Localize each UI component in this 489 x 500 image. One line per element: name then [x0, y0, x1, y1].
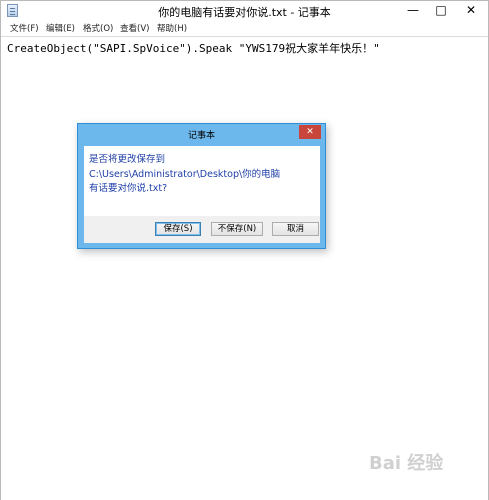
dialog-message: 是否将更改保存到 C:\Users\Administrator\Desktop\…	[89, 153, 314, 197]
menu-view[interactable]: 查看(V)	[120, 22, 149, 34]
dialog-title: 记事本	[187, 131, 215, 141]
dialog-message-line3: 有话要对你说.txt?	[89, 183, 168, 194]
cancel-button[interactable]: 取消	[272, 222, 319, 236]
notepad-window: 你的电脑有话要对你说.txt - 记事本 — □ ✕ 文件(F) 编辑(E) 格…	[0, 0, 489, 500]
save-button[interactable]: 保存(S)	[155, 222, 201, 236]
watermark: Bai 经验	[369, 453, 444, 474]
menu-edit[interactable]: 编辑(E)	[46, 22, 75, 34]
minimize-button[interactable]: —	[400, 1, 426, 21]
menu-format[interactable]: 格式(O)	[83, 22, 113, 34]
text-editor[interactable]: CreateObject("SAPI.SpVoice").Speak "YWS1…	[1, 36, 488, 500]
save-dialog: 记事本 ✕ 是否将更改保存到 C:\Users\Administrator\De…	[77, 123, 326, 249]
maximize-button[interactable]: □	[428, 1, 454, 21]
title-bar[interactable]: 你的电脑有话要对你说.txt - 记事本 — □ ✕	[1, 1, 488, 21]
dialog-message-line1: 是否将更改保存到	[89, 154, 166, 165]
menu-file[interactable]: 文件(F)	[10, 22, 39, 34]
dialog-body: 是否将更改保存到 C:\Users\Administrator\Desktop\…	[84, 146, 320, 216]
dialog-footer: 保存(S) 不保存(N) 取消	[84, 216, 320, 243]
menu-help[interactable]: 帮助(H)	[157, 22, 187, 34]
close-button[interactable]: ✕	[456, 1, 486, 21]
editor-content[interactable]: CreateObject("SAPI.SpVoice").Speak "YWS1…	[7, 40, 380, 56]
dialog-message-line2: C:\Users\Administrator\Desktop\你的电脑	[89, 168, 281, 180]
dont-save-button[interactable]: 不保存(N)	[211, 222, 263, 236]
menu-bar: 文件(F) 编辑(E) 格式(O) 查看(V) 帮助(H)	[1, 21, 488, 36]
dialog-close-button[interactable]: ✕	[299, 125, 321, 139]
